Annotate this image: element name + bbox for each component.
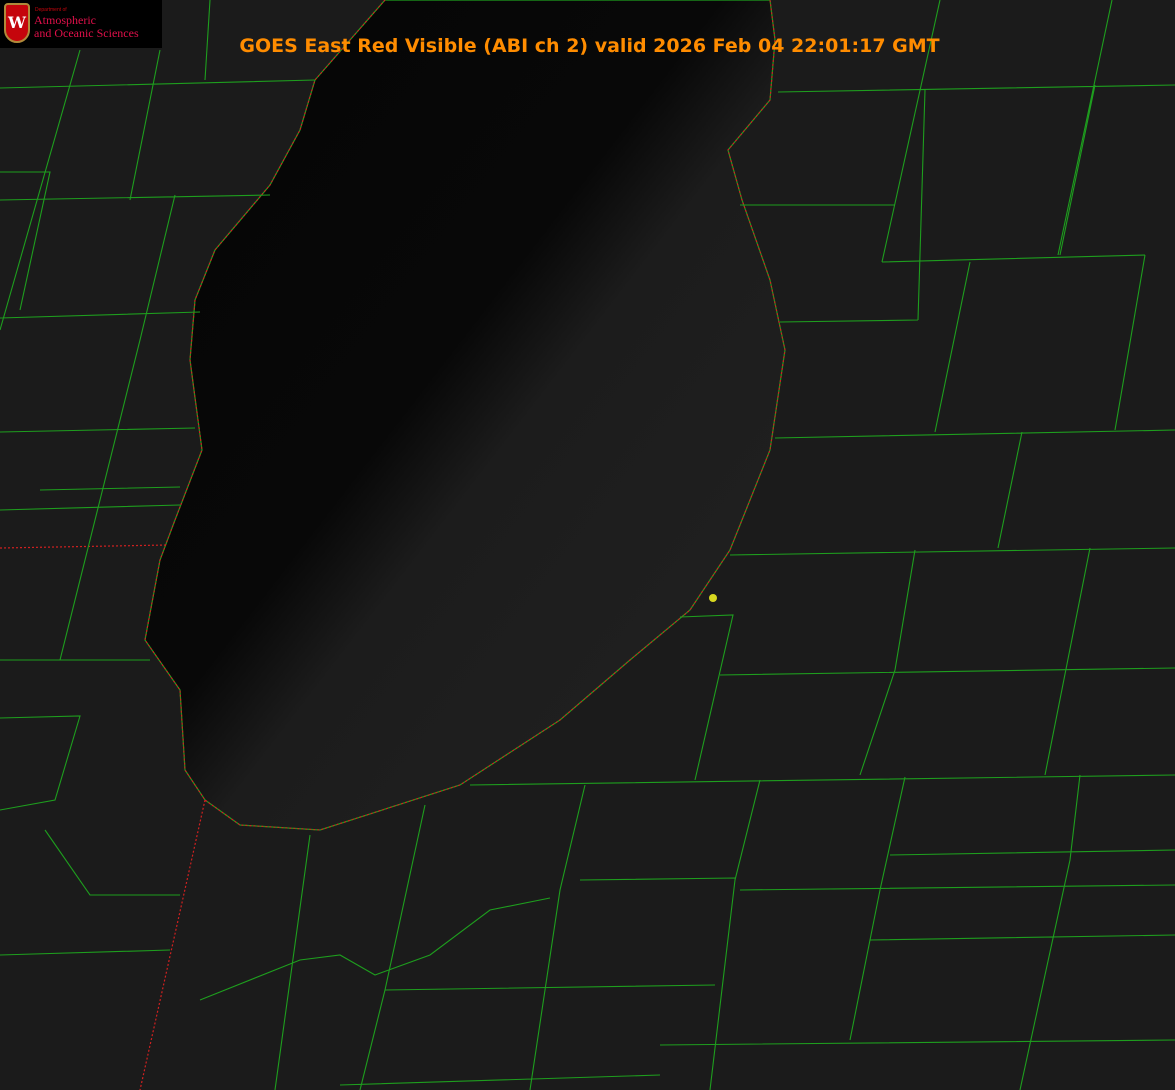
satellite-map: GOES East Red Visible (ABI ch 2) valid 2… (0, 0, 1175, 1090)
uw-crest-icon: W (4, 3, 30, 43)
logo-line2: and Oceanic Sciences (34, 26, 139, 40)
map-canvas (0, 0, 1175, 1090)
aos-logo: W Department of Atmospheric and Oceanic … (0, 0, 162, 48)
lake-michigan (144, 0, 786, 831)
location-marker (709, 594, 717, 602)
image-title: GOES East Red Visible (ABI ch 2) valid 2… (239, 35, 940, 57)
